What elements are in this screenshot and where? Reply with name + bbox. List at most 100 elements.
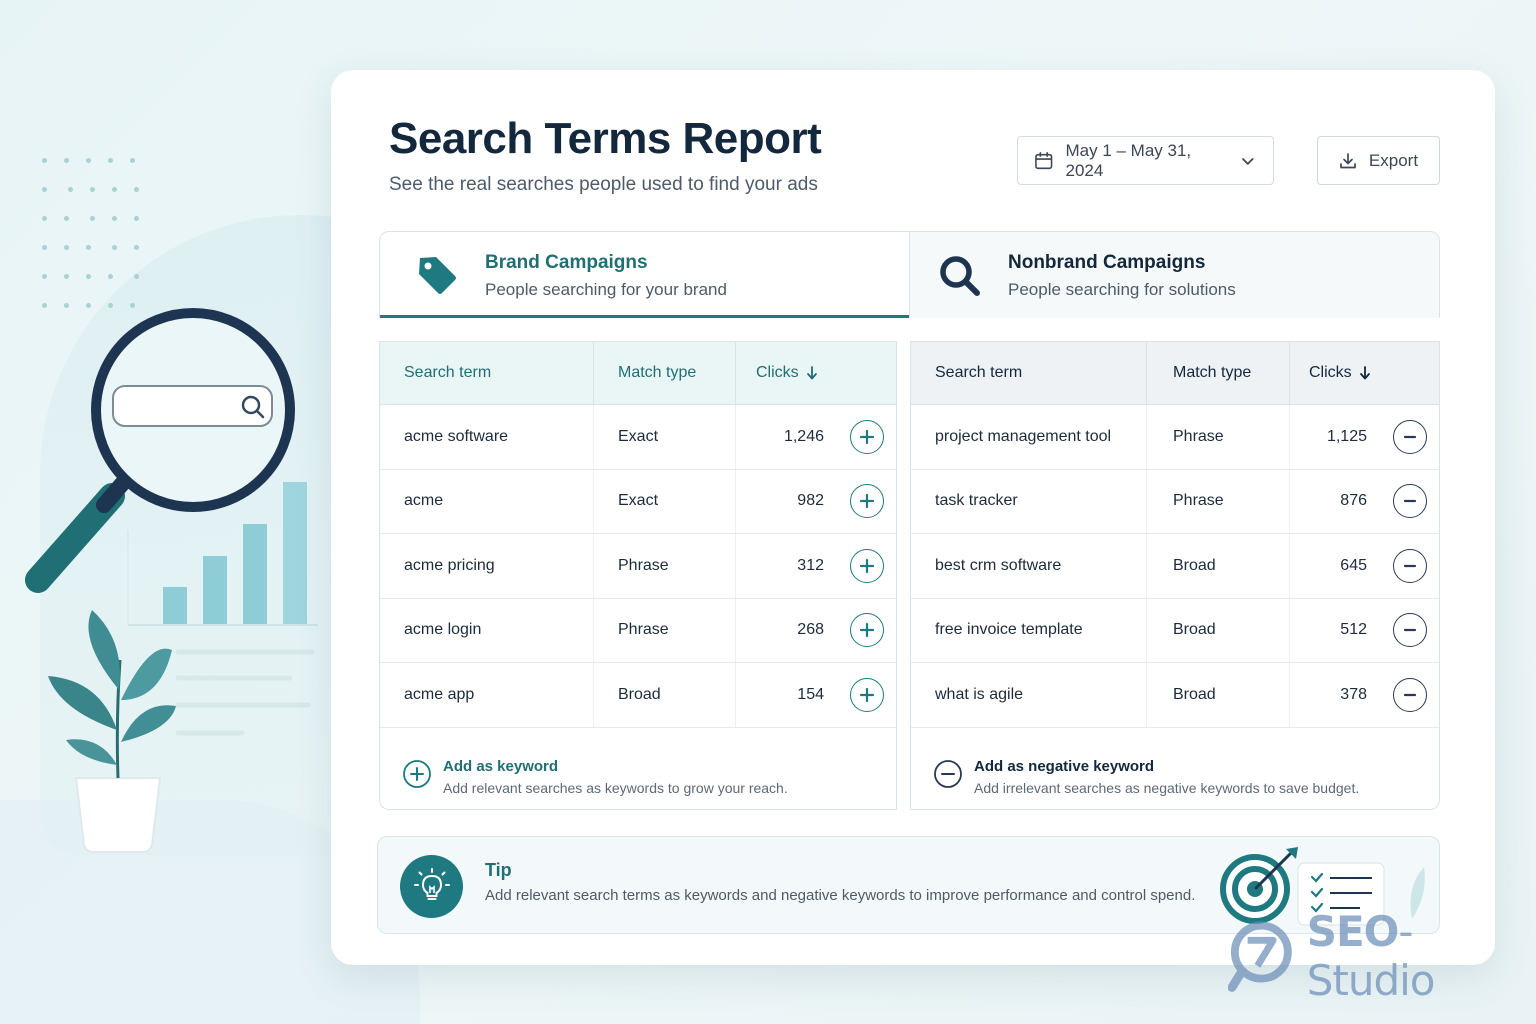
column-match-type[interactable]: Match type	[594, 342, 736, 404]
tab-nonbrand-campaigns[interactable]: Nonbrand Campaigns People searching for …	[909, 232, 1439, 318]
search-term-cell: best crm software	[911, 534, 1147, 598]
chevron-down-icon	[1242, 157, 1254, 165]
tip-text: Add relevant search terms as keywords an…	[485, 887, 1196, 904]
table-row: acme software Exact 1,246	[380, 405, 896, 470]
nonbrand-search-terms-table: Search term Match type Clicks project ma…	[910, 341, 1440, 810]
search-term-cell: acme login	[380, 598, 594, 662]
add-as-negative-keyword-description: Add irrelevant searches as negative keyw…	[974, 780, 1360, 796]
add-keyword-button[interactable]	[850, 419, 884, 454]
add-as-keyword-title: Add as keyword	[443, 758, 559, 775]
search-term-cell: acme pricing	[380, 534, 594, 598]
clicks-cell: 1,125	[1290, 405, 1439, 469]
add-negative-keyword-button[interactable]	[1393, 484, 1427, 519]
clicks-cell: 876	[1290, 470, 1439, 534]
clicks-cell: 154	[736, 663, 896, 727]
match-type-cell: Exact	[594, 469, 736, 533]
date-range-picker[interactable]: May 1 – May 31, 2024	[1017, 136, 1274, 185]
watermark-text: SEO-Studio	[1307, 907, 1536, 1005]
table-row: acme app Broad 154	[380, 663, 896, 728]
match-type-cell: Broad	[594, 663, 736, 727]
column-match-type[interactable]: Match type	[1147, 342, 1290, 404]
match-type-cell: Broad	[1147, 663, 1290, 727]
match-type-cell: Phrase	[594, 534, 736, 598]
match-type-cell: Broad	[1147, 534, 1290, 598]
table-row: acme pricing Phrase 312	[380, 534, 896, 599]
minus-icon	[1403, 693, 1417, 696]
column-clicks[interactable]: Clicks	[1290, 342, 1439, 404]
add-negative-keyword-button[interactable]	[1393, 548, 1427, 583]
table-row: best crm software Broad 645	[911, 534, 1439, 599]
add-keyword-button[interactable]	[850, 548, 884, 583]
column-search-term[interactable]: Search term	[911, 342, 1147, 404]
tag-icon	[419, 257, 456, 294]
clicks-value: 312	[797, 556, 824, 574]
plus-icon	[859, 687, 875, 702]
add-negative-keyword-button[interactable]	[1393, 613, 1427, 648]
add-as-keyword-footer[interactable]: Add as keyword Add relevant searches as …	[380, 738, 896, 810]
search-term-cell: acme	[380, 469, 594, 533]
date-range-label: May 1 – May 31, 2024	[1065, 140, 1192, 180]
clicks-value: 154	[797, 685, 824, 703]
table-header: Search term Match type Clicks	[911, 341, 1439, 405]
match-type-cell: Phrase	[1147, 405, 1290, 469]
match-type-cell: Phrase	[1147, 469, 1290, 533]
plus-circle-icon	[403, 760, 431, 788]
table-row: acme login Phrase 268	[380, 598, 896, 663]
clicks-value: 512	[1340, 621, 1367, 639]
column-clicks[interactable]: Clicks	[736, 342, 896, 404]
add-keyword-button[interactable]	[850, 677, 884, 712]
clicks-cell: 1,246	[736, 405, 896, 469]
brand-search-terms-table: Search term Match type Clicks acme softw…	[379, 341, 897, 810]
clicks-cell: 645	[1290, 534, 1439, 598]
search-term-cell: what is agile	[911, 663, 1147, 727]
tab-nonbrand-subtitle: People searching for solutions	[1008, 280, 1236, 299]
download-icon	[1340, 152, 1356, 168]
table-row: free invoice template Broad 512	[911, 598, 1439, 663]
add-negative-keyword-button[interactable]	[1393, 677, 1427, 712]
match-type-cell: Broad	[1147, 598, 1290, 662]
clicks-cell: 378	[1290, 663, 1439, 727]
page-title: Search Terms Report	[389, 114, 822, 163]
table-row: task tracker Phrase 876	[911, 469, 1439, 534]
search-term-cell: project management tool	[911, 405, 1147, 469]
search-term-cell: task tracker	[911, 469, 1147, 533]
add-as-negative-keyword-footer[interactable]: Add as negative keyword Add irrelevant s…	[911, 738, 1439, 810]
plant-illustration	[48, 610, 176, 853]
add-keyword-button[interactable]	[850, 613, 884, 648]
column-clicks-label: Clicks	[1309, 364, 1352, 381]
add-negative-keyword-button[interactable]	[1393, 419, 1427, 454]
table-row: acme Exact 982	[380, 469, 896, 534]
sort-down-arrow-icon	[806, 366, 817, 380]
add-keyword-button[interactable]	[850, 484, 884, 519]
export-label: Export	[1368, 150, 1419, 170]
clicks-cell: 312	[736, 534, 896, 598]
search-term-cell: acme software	[380, 405, 594, 469]
plus-icon	[859, 429, 875, 444]
plus-icon	[859, 623, 875, 638]
campaign-tabs: Brand Campaigns People searching for you…	[379, 231, 1440, 318]
minus-icon	[1403, 564, 1417, 567]
match-type-cell: Exact	[594, 405, 736, 469]
column-clicks-label: Clicks	[756, 364, 799, 381]
seo-studio-logo-icon	[1228, 921, 1292, 992]
search-term-cell: free invoice template	[911, 598, 1147, 662]
seo-studio-watermark: SEO-Studio	[1228, 907, 1536, 1005]
tab-brand-subtitle: People searching for your brand	[485, 280, 727, 299]
clicks-value: 1,125	[1326, 427, 1367, 445]
clicks-value: 982	[797, 492, 824, 510]
clicks-value: 645	[1340, 556, 1367, 574]
tab-brand-campaigns[interactable]: Brand Campaigns People searching for you…	[380, 232, 909, 318]
bar-chart-illustration	[127, 482, 318, 736]
minus-icon	[1403, 435, 1417, 438]
sort-down-arrow-icon	[1359, 366, 1370, 380]
add-as-keyword-description: Add relevant searches as keywords to gro…	[443, 780, 788, 796]
add-as-negative-keyword-title: Add as negative keyword	[974, 758, 1155, 775]
page-subtitle: See the real searches people used to fin…	[389, 174, 818, 195]
clicks-value: 378	[1340, 685, 1367, 703]
column-search-term[interactable]: Search term	[380, 342, 594, 404]
match-type-cell: Phrase	[594, 598, 736, 662]
tip-title: Tip	[485, 860, 512, 880]
table-row: what is agile Broad 378	[911, 663, 1439, 728]
watermark-bold: SEO	[1306, 907, 1400, 956]
export-button[interactable]: Export	[1317, 136, 1440, 185]
